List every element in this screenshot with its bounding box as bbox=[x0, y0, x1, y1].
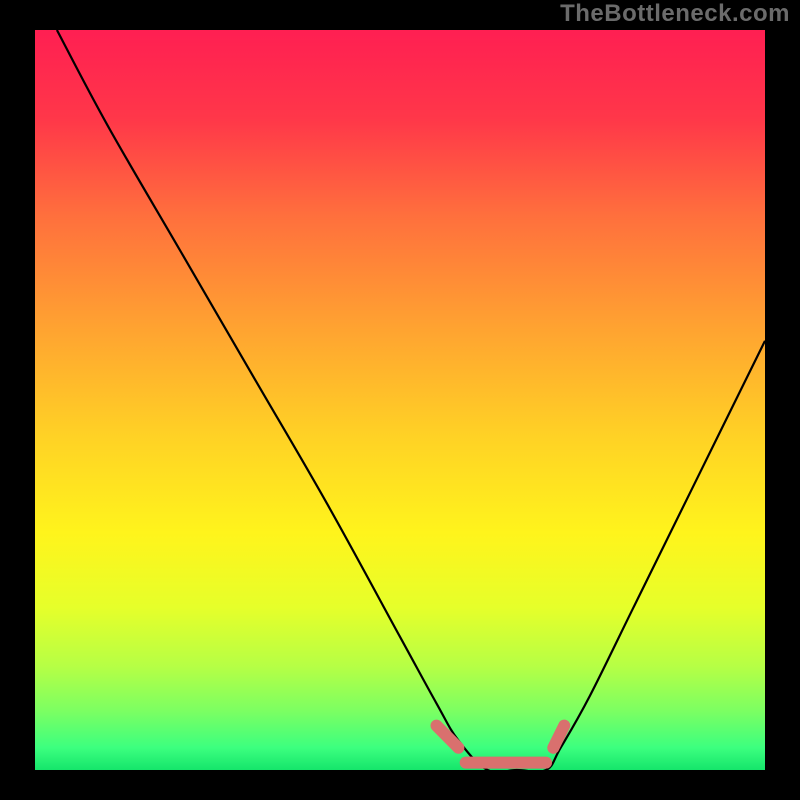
curve-layer bbox=[35, 30, 765, 770]
bottleneck-curve bbox=[57, 30, 765, 770]
highlight-markers bbox=[437, 726, 565, 763]
plot-area bbox=[35, 30, 765, 770]
highlight-segment bbox=[437, 726, 459, 748]
watermark-text: TheBottleneck.com bbox=[560, 0, 790, 28]
chart-frame: TheBottleneck.com bbox=[0, 0, 800, 800]
